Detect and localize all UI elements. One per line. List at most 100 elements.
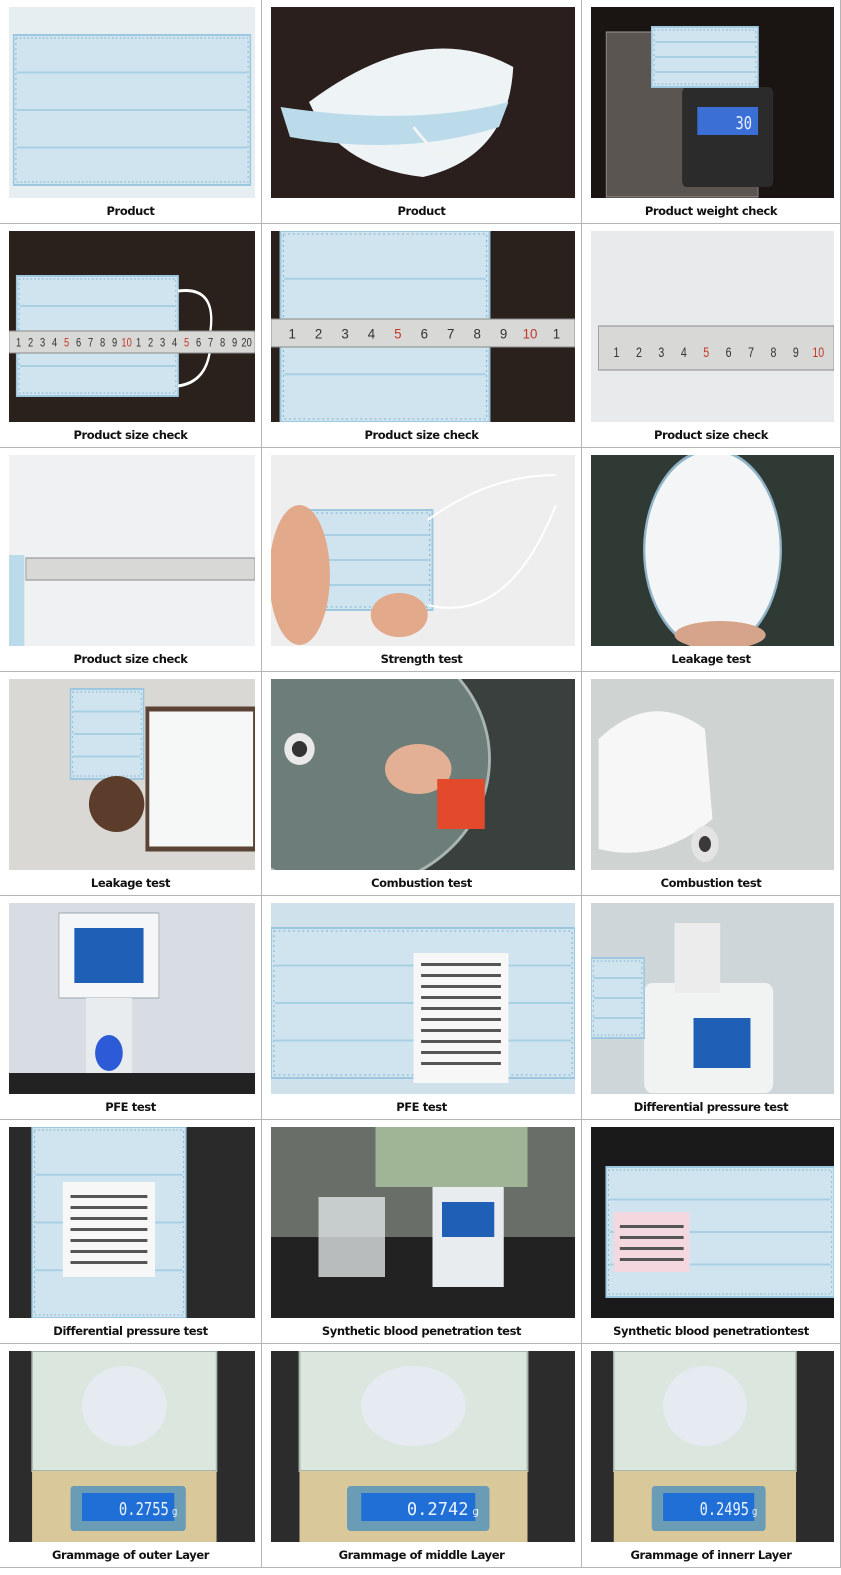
- photo-caption: Combustion test: [371, 876, 472, 890]
- svg-text:g: g: [172, 1506, 177, 1518]
- ruler-tick-label: 7: [208, 336, 213, 349]
- photo-caption: Leakage test: [90, 876, 171, 890]
- photo-cell: PFE test: [0, 896, 262, 1120]
- svg-text:g: g: [472, 1505, 479, 1518]
- ruler-tick-label: 4: [681, 344, 687, 360]
- test-photo-grid: Product Product 30 Product weight check 1 2 3 4…: [0, 0, 841, 1575]
- photo-illustration: [9, 679, 255, 870]
- photo-cell: 0.2742 g Grammage of middle Layer: [262, 1344, 582, 1568]
- photo-cell: 0.2495 g Grammage of innerr Layer: [582, 1344, 841, 1568]
- ruler-tick-label: 3: [40, 336, 45, 349]
- photo-illustration: 1 2 3 4 5 6 7 8 9 10: [591, 231, 834, 422]
- photo-cell: 1 2 3 4 5 6 7 8 9 10 1 2 3 4 5 6 7 8 9 20 Product size check: [0, 224, 262, 448]
- ruler-tick-label: 3: [658, 344, 664, 360]
- photo-illustration: [9, 455, 255, 646]
- ruler-tick-label: 2: [315, 326, 322, 341]
- ruler-tick-label: 1: [16, 336, 21, 349]
- ruler-tick-label: 7: [748, 344, 754, 360]
- ruler-tick-label: 6: [196, 336, 201, 349]
- test-photo: [591, 679, 834, 870]
- photo-illustration: [9, 1127, 255, 1318]
- photo-illustration: [9, 7, 255, 198]
- photo-illustration: [591, 679, 834, 870]
- balance-readout: 0.2742: [407, 1500, 469, 1521]
- photo-caption: Product: [106, 204, 155, 218]
- ruler-tick-label: 1: [136, 336, 141, 349]
- ruler-tick-label: 10: [121, 336, 131, 349]
- test-photo: 1 2 3 4 5 6 7 8 9 10: [591, 231, 834, 422]
- photo-caption: Differential pressure test: [53, 1324, 208, 1338]
- ruler-tick-label: 20: [241, 336, 251, 349]
- ruler-tick-label: 6: [421, 326, 428, 341]
- photo-caption: Grammage of outer Layer: [51, 1548, 210, 1562]
- photo-caption: Product: [397, 204, 446, 218]
- ruler-tick-label: 7: [447, 326, 454, 341]
- ruler-tick-label: 8: [100, 336, 105, 349]
- photo-cell: Leakage test: [0, 672, 262, 896]
- ruler-tick-label: 8: [771, 344, 777, 360]
- ruler-tick-label: 5: [703, 344, 709, 360]
- balance-readout: 0.2755: [119, 1498, 169, 1519]
- photo-cell: Combustion test: [582, 672, 841, 896]
- photo-illustration: 0.2495 g: [591, 1351, 834, 1542]
- test-photo: [271, 455, 575, 646]
- ruler-tick-label: 6: [726, 344, 732, 360]
- photo-caption: Product size check: [653, 428, 769, 442]
- photo-illustration: [9, 903, 255, 1094]
- ruler-tick-label: 9: [232, 336, 237, 349]
- test-photo: [591, 455, 834, 646]
- ruler-tick-label: 2: [28, 336, 33, 349]
- test-photo: 0.2742 g: [271, 1351, 575, 1542]
- ruler-tick-label: 3: [160, 336, 165, 349]
- photo-illustration: 1 2 3 4 5 6 7 8 9 10 1 2 3 4 5 6 7 8 9 20: [9, 231, 255, 422]
- scale-readout: 30: [736, 112, 752, 133]
- photo-illustration: 30: [591, 7, 834, 198]
- photo-caption: Grammage of innerr Layer: [630, 1548, 792, 1562]
- test-photo: 1 2 3 4 5 6 7 8 9 10 1 2 3 4 5 6 7 8 9 20: [9, 231, 255, 422]
- ruler-tick-label: 3: [341, 326, 348, 341]
- test-photo: [271, 1127, 575, 1318]
- photo-caption: Product weight check: [644, 204, 778, 218]
- ruler-tick-label: 4: [368, 326, 376, 341]
- ruler-tick-label: 9: [500, 326, 507, 341]
- ruler-tick-label: 1: [553, 326, 560, 341]
- ruler-tick-label: 10: [523, 326, 538, 341]
- photo-caption: Product size check: [364, 428, 479, 442]
- photo-cell: Differential pressure test: [582, 896, 841, 1120]
- test-photo: [9, 455, 255, 646]
- photo-cell: Leakage test: [582, 448, 841, 672]
- ruler-tick-label: 4: [172, 336, 177, 349]
- test-photo: [591, 903, 834, 1094]
- photo-illustration: [271, 7, 575, 198]
- photo-cell: Product: [0, 0, 262, 224]
- photo-caption: Strength test: [380, 652, 463, 666]
- photo-illustration: [271, 679, 575, 870]
- test-photo: 30: [591, 7, 834, 198]
- balance-readout: 0.2495: [700, 1498, 749, 1519]
- test-photo: [591, 1127, 834, 1318]
- photo-illustration: [591, 903, 834, 1094]
- photo-illustration: [591, 455, 834, 646]
- photo-cell: Synthetic blood penetration test: [262, 1120, 582, 1344]
- photo-cell: PFE test: [262, 896, 582, 1120]
- ruler-tick-label: 9: [112, 336, 117, 349]
- photo-caption: PFE test: [396, 1100, 447, 1114]
- photo-cell: Strength test: [262, 448, 582, 672]
- ruler-tick-label: 4: [52, 336, 57, 349]
- photo-illustration: [271, 1127, 575, 1318]
- photo-cell: 1 2 3 4 5 6 7 8 9 10 Product size check: [582, 224, 841, 448]
- ruler-tick-label: 9: [793, 344, 799, 360]
- photo-illustration: 1 2 3 4 5 6 7 8 9 10 1: [271, 231, 575, 422]
- test-photo: 0.2755 g: [9, 1351, 255, 1542]
- ruler-tick-label: 2: [148, 336, 153, 349]
- ruler-tick-label: 7: [88, 336, 93, 349]
- photo-caption: Product size check: [73, 652, 188, 666]
- test-photo: 1 2 3 4 5 6 7 8 9 10 1: [271, 231, 575, 422]
- test-photo: [9, 7, 255, 198]
- test-photo: [9, 903, 255, 1094]
- test-photo: [271, 903, 575, 1094]
- photo-caption: Leakage test: [671, 652, 751, 666]
- ruler-tick-label: 5: [64, 336, 69, 349]
- photo-illustration: 0.2742 g: [271, 1351, 575, 1542]
- photo-cell: Combustion test: [262, 672, 582, 896]
